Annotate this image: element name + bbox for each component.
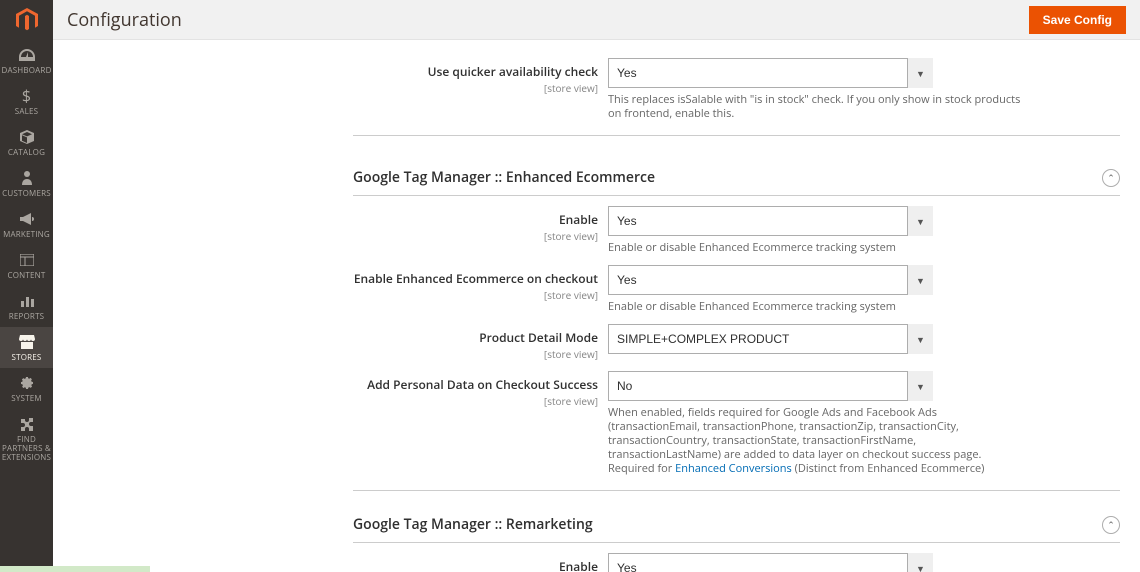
sidebar-label: SALES — [15, 107, 38, 116]
person-icon — [22, 169, 32, 187]
sidebar-item-dashboard[interactable]: DASHBOARD — [0, 40, 53, 81]
sidebar-item-marketing[interactable]: MARKETING — [0, 204, 53, 245]
field-quicker-availability: Use quicker availability check [store vi… — [353, 58, 1120, 121]
admin-sidebar: DASHBOARD $ SALES CATALOG CUSTOMERS MARK… — [0, 0, 53, 572]
top-bar: Configuration Save Config — [53, 0, 1140, 40]
select-rm-enable[interactable]: Yes — [608, 553, 933, 572]
section-title: Google Tag Manager :: Enhanced Ecommerce — [353, 168, 655, 187]
field-rm-enable: Enable [store view] Yes ▼ Enable or disa… — [353, 553, 1120, 572]
field-ee-product-mode: Product Detail Mode [store view] SIMPLE+… — [353, 324, 1120, 361]
sidebar-item-stores[interactable]: STORES — [0, 327, 53, 368]
field-note: Enable or disable Enhanced Ecommerce tra… — [608, 241, 1028, 255]
sidebar-item-partners[interactable]: FIND PARTNERS & EXTENSIONS — [0, 409, 53, 468]
sidebar-item-reports[interactable]: REPORTS — [0, 286, 53, 327]
sidebar-item-catalog[interactable]: CATALOG — [0, 122, 53, 163]
puzzle-icon — [20, 415, 34, 433]
section-remarketing[interactable]: Google Tag Manager :: Remarketing ⌃ — [353, 501, 1120, 543]
sidebar-item-sales[interactable]: $ SALES — [0, 81, 53, 122]
status-strip — [0, 566, 150, 572]
save-config-button[interactable]: Save Config — [1029, 6, 1126, 34]
field-label: Use quicker availability check — [428, 63, 598, 80]
section-enhanced-ecommerce[interactable]: Google Tag Manager :: Enhanced Ecommerce… — [353, 154, 1120, 196]
page-title: Configuration — [67, 8, 182, 32]
field-scope: [store view] — [353, 347, 598, 361]
enhanced-conversions-link[interactable]: Enhanced Conversions — [675, 461, 792, 476]
sidebar-label: STORES — [12, 353, 42, 362]
field-label: Enable — [559, 558, 598, 572]
gear-icon — [20, 374, 34, 392]
gauge-icon — [19, 46, 35, 64]
sidebar-label: CONTENT — [8, 271, 46, 280]
box-icon — [20, 128, 34, 146]
field-note: This replaces isSalable with "is in stoc… — [608, 93, 1028, 121]
sidebar-label: FIND PARTNERS & EXTENSIONS — [2, 435, 51, 462]
select-ee-checkout[interactable]: Yes — [608, 265, 933, 295]
megaphone-icon — [20, 210, 34, 228]
field-ee-enable: Enable [store view] Yes ▼ Enable or disa… — [353, 206, 1120, 255]
chart-icon — [20, 292, 34, 310]
select-ee-personal-data[interactable]: No — [608, 371, 933, 401]
sidebar-item-customers[interactable]: CUSTOMERS — [0, 163, 53, 204]
select-ee-enable[interactable]: Yes — [608, 206, 933, 236]
sidebar-label: SYSTEM — [11, 394, 42, 403]
field-ee-personal-data: Add Personal Data on Checkout Success [s… — [353, 371, 1120, 476]
select-ee-product-mode[interactable]: SIMPLE+COMPLEX PRODUCT — [608, 324, 933, 354]
field-label: Enable — [559, 211, 598, 228]
sidebar-label: CUSTOMERS — [2, 189, 51, 198]
sidebar-item-content[interactable]: CONTENT — [0, 245, 53, 286]
select-quicker-availability[interactable]: Yes — [608, 58, 933, 88]
section-title: Google Tag Manager :: Remarketing — [353, 515, 593, 534]
magento-logo[interactable] — [0, 0, 53, 40]
field-scope: [store view] — [353, 288, 598, 302]
note-text: (Distinct from Enhanced Ecommerce) — [792, 461, 985, 476]
field-label: Enable Enhanced Ecommerce on checkout — [354, 270, 598, 287]
config-content: Use quicker availability check [store vi… — [53, 40, 1140, 572]
field-label: Product Detail Mode — [479, 329, 598, 346]
sidebar-item-system[interactable]: SYSTEM — [0, 368, 53, 409]
sidebar-label: CATALOG — [8, 148, 45, 157]
dollar-icon: $ — [22, 87, 31, 105]
field-note: Enable or disable Enhanced Ecommerce tra… — [608, 300, 1028, 314]
collapse-icon: ⌃ — [1102, 169, 1120, 187]
field-note: When enabled, fields required for Google… — [608, 406, 1028, 476]
layout-icon — [20, 251, 34, 269]
sidebar-label: DASHBOARD — [1, 66, 51, 75]
field-scope: [store view] — [353, 229, 598, 243]
field-scope: [store view] — [353, 81, 598, 95]
sidebar-label: MARKETING — [3, 230, 50, 239]
collapse-icon: ⌃ — [1102, 516, 1120, 534]
store-icon — [19, 333, 35, 351]
field-scope: [store view] — [353, 394, 598, 408]
field-ee-checkout: Enable Enhanced Ecommerce on checkout [s… — [353, 265, 1120, 314]
field-label: Add Personal Data on Checkout Success — [367, 376, 598, 393]
sidebar-label: REPORTS — [9, 312, 45, 321]
